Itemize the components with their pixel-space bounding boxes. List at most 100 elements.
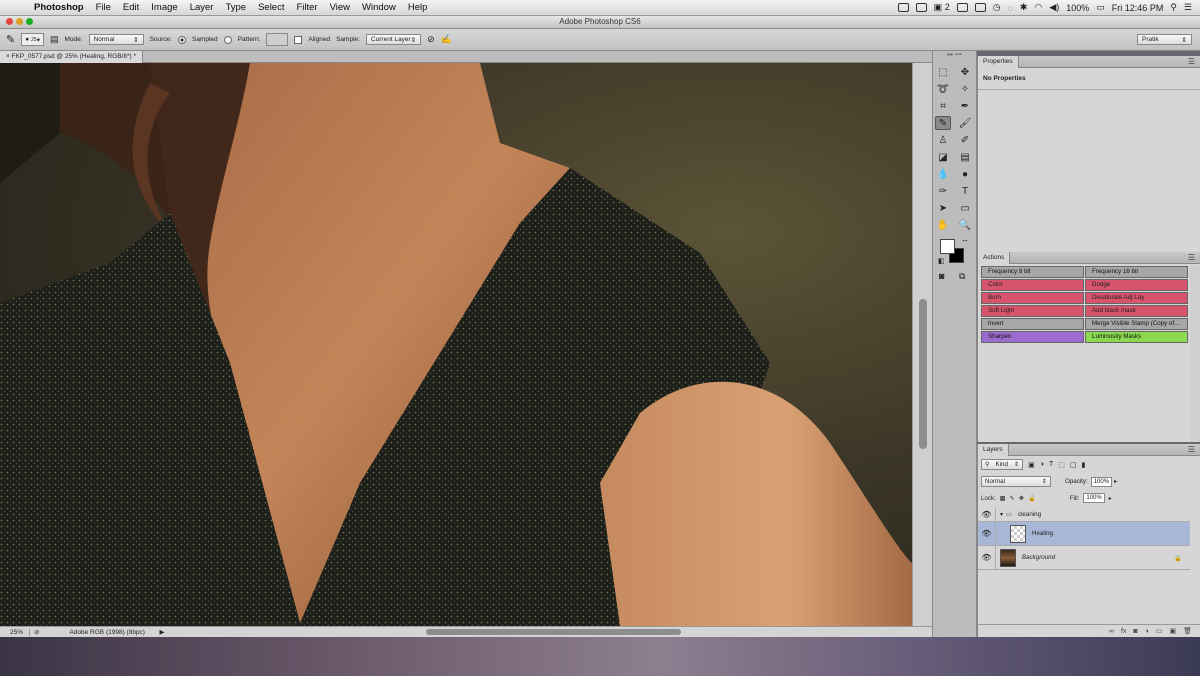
filter-shape-icon[interactable]: ⬚ [1058, 461, 1065, 469]
shape-tool-icon[interactable]: ▭ [957, 201, 973, 215]
ignore-adjustment-icon[interactable]: ⊘ [427, 34, 435, 45]
mode-select[interactable]: Normal ⇕ [88, 34, 144, 45]
minimize-icon[interactable] [16, 18, 23, 25]
menu-filter[interactable]: Filter [290, 2, 323, 13]
action-luminosity-masks[interactable]: Luminosity Masks [1085, 331, 1188, 343]
panel-grip[interactable]: ▸▸ ▪▪▪ [933, 51, 976, 61]
menu-app[interactable]: Photoshop [28, 2, 90, 13]
menu-help[interactable]: Help [402, 2, 434, 13]
healing-brush-tool-icon[interactable]: ✎ [935, 116, 951, 130]
action-frequency-8-bit[interactable]: Frequency 8 bit [981, 266, 1084, 278]
filter-smart-icon[interactable]: ▢ [1070, 461, 1077, 469]
screen-mode-icon[interactable]: ⧉ [959, 271, 965, 282]
panel-menu-icon[interactable]: ☰ [1188, 253, 1195, 262]
action-sharpen[interactable]: Sharpen [981, 331, 1084, 343]
action-color[interactable]: Color [981, 279, 1084, 291]
action-dodge[interactable]: Dodge [1085, 279, 1188, 291]
clock[interactable]: Fri 12:46 PM [1112, 3, 1164, 13]
filter-type-icon[interactable]: T [1049, 461, 1053, 468]
vertical-scroll-thumb[interactable] [919, 299, 927, 449]
history-brush-tool-icon[interactable]: ✐ [957, 133, 973, 147]
close-tab-icon[interactable]: × [6, 53, 10, 60]
document-canvas[interactable] [0, 63, 912, 626]
camera-icon[interactable] [915, 3, 927, 12]
layer-group-cleaning[interactable]: 👁 ▾ ▭ cleaning [978, 508, 1190, 522]
actions-scrollbar[interactable] [1190, 265, 1200, 442]
horizontal-scrollbar[interactable] [168, 628, 918, 636]
dodge-tool-icon[interactable]: ● [957, 167, 973, 181]
filter-pixel-icon[interactable]: ▣ [1028, 461, 1035, 469]
lasso-tool-icon[interactable]: ➰ [935, 82, 951, 96]
layer-style-icon[interactable]: fx [1121, 628, 1126, 635]
document-tab[interactable]: × FKP_0577.psd @ 25% (Healing, RGB/8*) * [0, 51, 143, 63]
brush-tool-icon[interactable]: 🖌 [957, 116, 973, 130]
panel-menu-icon[interactable]: ☰ [1188, 445, 1195, 454]
battery-text[interactable]: 100% [1066, 3, 1089, 13]
lock-pixels-icon[interactable]: ✎ [1010, 495, 1015, 502]
fill-slider-icon[interactable]: ▸ [1109, 495, 1112, 502]
lock-transparent-icon[interactable]: ▩ [1000, 495, 1006, 502]
action-soft-light[interactable]: Soft Light [981, 305, 1084, 317]
action-merge-visible-stamp[interactable]: Merge Visible Stamp (Copy of... [1085, 318, 1188, 330]
filter-toggle-icon[interactable]: ▮ [1082, 461, 1086, 469]
action-burn[interactable]: Burn [981, 292, 1084, 304]
add-mask-icon[interactable]: ◙ [1133, 628, 1137, 635]
actions-tab[interactable]: Actions [978, 251, 1011, 264]
brush-picker[interactable]: ● 25 ▾ [21, 33, 44, 46]
brush-settings-icon[interactable]: ▤ [50, 34, 59, 45]
properties-tab[interactable]: Properties [978, 55, 1019, 68]
sampled-radio[interactable] [177, 35, 186, 44]
lock-all-icon[interactable]: 🔒 [1028, 494, 1036, 502]
blend-mode-select[interactable]: Normal ⇕ [981, 476, 1051, 487]
zoom-icon[interactable] [26, 18, 33, 25]
crop-tool-icon[interactable]: ⌗ [935, 99, 951, 113]
time-machine-icon[interactable]: ◷ [993, 2, 1001, 13]
new-layer-icon[interactable]: ▣ [1169, 627, 1176, 635]
hand-tool-icon[interactable]: ✋ [935, 218, 951, 232]
sync-icon[interactable]: ◌ [1008, 3, 1013, 13]
gradient-tool-icon[interactable]: ▤ [957, 150, 973, 164]
lock-position-icon[interactable]: ✥ [1019, 495, 1024, 502]
foreground-color-swatch[interactable] [940, 239, 955, 254]
visibility-eye-icon[interactable]: 👁 [978, 546, 996, 569]
volume-icon[interactable]: ◀) [1049, 2, 1059, 13]
action-frequency-16-bit[interactable]: Frequency 16 bit [1085, 266, 1188, 278]
pattern-picker[interactable] [266, 33, 289, 46]
menu-type[interactable]: Type [219, 2, 252, 13]
menu-window[interactable]: Window [356, 2, 402, 13]
pen-tool-icon[interactable]: ✑ [935, 184, 951, 198]
swap-colors-icon[interactable]: ↔ [961, 235, 969, 244]
opacity-slider-icon[interactable]: ▸ [1114, 478, 1117, 485]
zoom-level[interactable]: 25% [0, 628, 30, 636]
menu-image[interactable]: Image [145, 2, 183, 13]
close-icon[interactable] [6, 18, 13, 25]
expand-triangle-icon[interactable]: ▾ [1000, 511, 1003, 518]
horizontal-scroll-thumb[interactable] [426, 629, 681, 635]
aligned-checkbox[interactable] [294, 35, 303, 44]
marquee-tool-icon[interactable]: ⬚ [935, 65, 951, 79]
visibility-eye-icon[interactable]: 👁 [978, 522, 996, 545]
link-layers-icon[interactable]: ∞ [1109, 628, 1114, 635]
kind-filter-select[interactable]: ⚲ Kind ⇕ [981, 459, 1024, 470]
fill-field[interactable]: 100% [1083, 493, 1105, 503]
eyedropper-tool-icon[interactable]: ✒ [957, 99, 973, 113]
clone-stamp-tool-icon[interactable]: ♙ [935, 133, 951, 147]
zoom-tool-icon[interactable]: 🔍 [957, 218, 973, 232]
delete-layer-icon[interactable]: 🗑 [1183, 627, 1192, 635]
screen-share-icon[interactable] [897, 3, 909, 12]
spotlight-icon[interactable]: ⚲ [1170, 2, 1177, 13]
play-icon[interactable]: ▶ [159, 628, 164, 636]
menu-edit[interactable]: Edit [117, 2, 145, 13]
adjustment-layer-icon[interactable]: ◑ [1145, 628, 1149, 635]
layer-healing[interactable]: 👁 Healing [978, 522, 1190, 546]
path-select-tool-icon[interactable]: ➤ [935, 201, 951, 215]
quick-mask-icon[interactable]: ◙ [939, 271, 944, 281]
vertical-scrollbar[interactable] [912, 63, 932, 626]
layers-tab[interactable]: Layers [978, 443, 1009, 456]
monitor-icon[interactable] [956, 3, 968, 12]
pattern-radio[interactable] [223, 35, 232, 44]
layer-background[interactable]: 👁 Background 🔒 [978, 546, 1190, 570]
default-colors-icon[interactable]: ◧ [938, 257, 945, 265]
blur-tool-icon[interactable]: 💧 [935, 167, 951, 181]
bluetooth-icon[interactable]: ✱ [1020, 2, 1028, 13]
